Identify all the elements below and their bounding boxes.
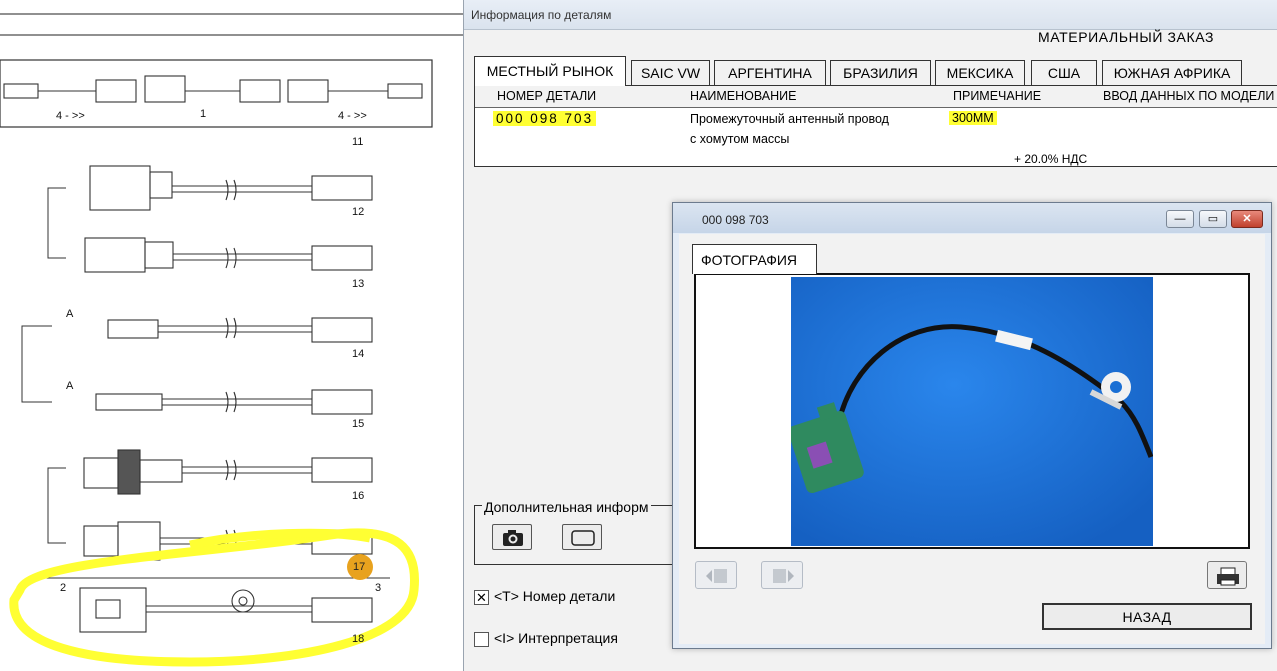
print-button[interactable]: [1207, 561, 1247, 589]
column-note[interactable]: ПРИМЕЧАНИЕ: [953, 89, 1041, 103]
additional-info-label: Дополнительная информ: [482, 499, 651, 515]
callout-label: 4 - >>: [338, 110, 367, 122]
dialog-body: ФОТОГРАФИЯ НАЗАД: [679, 234, 1265, 644]
callout-label: 13: [352, 278, 365, 290]
next-page-button[interactable]: [761, 561, 803, 589]
back-button[interactable]: НАЗАД: [1042, 603, 1252, 630]
close-button[interactable]: ✕: [1231, 210, 1263, 228]
window-title: Информация по деталям: [464, 0, 1277, 30]
schematic-drawing: [0, 13, 466, 667]
tab-photo[interactable]: ФОТОГРАФИЯ: [692, 244, 817, 274]
tab-south-africa[interactable]: ЮЖНАЯ АФРИКА: [1102, 60, 1242, 85]
material-order-title: МАТЕРИАЛЬНЫЙ ЗАКАЗ: [1038, 29, 1215, 45]
note-cell: 300MM: [949, 111, 997, 125]
tab-brazil[interactable]: БРАЗИЛИЯ: [830, 60, 931, 85]
part-number-cell[interactable]: 000 098 703: [493, 111, 597, 126]
column-name[interactable]: НАИМЕНОВАНИЕ: [690, 89, 796, 103]
callout-label: 11: [352, 136, 364, 148]
minimize-button[interactable]: —: [1166, 210, 1194, 228]
photo-dialog: 000 098 703 — ▭ ✕ ФОТОГРАФИЯ НАЗАД: [672, 202, 1272, 649]
callout-label: 16: [352, 490, 365, 502]
callout-label: 15: [352, 418, 365, 430]
prev-page-button[interactable]: [695, 561, 737, 589]
view-button[interactable]: [562, 524, 602, 550]
table-header: НОМЕР ДЕТАЛИ НАИМЕНОВАНИЕ ПРИМЕЧАНИЕ ВВО…: [475, 86, 1277, 108]
part-name-line1: Промежуточный антенный провод: [690, 112, 889, 126]
tab-local-market[interactable]: МЕСТНЫЙ РЫНОК: [474, 56, 626, 86]
checkbox-part-number[interactable]: ✕ <T> Номер детали: [474, 588, 615, 605]
tab-argentina[interactable]: АРГЕНТИНА: [714, 60, 826, 85]
callout-label: 4 - >>: [56, 110, 85, 122]
additional-info-group: Дополнительная информ: [474, 499, 694, 565]
part-name-line2: с хомутом массы: [690, 132, 790, 146]
callout-label: 12: [352, 206, 365, 218]
column-part-number[interactable]: НОМЕР ДЕТАЛИ: [497, 89, 596, 103]
callout-label: 14: [352, 348, 365, 360]
callout-label: A: [66, 308, 74, 320]
callout-label: 2: [60, 582, 67, 594]
printer-icon: [1217, 567, 1239, 586]
tab-usa[interactable]: США: [1031, 60, 1097, 85]
arrow-right-icon: [773, 569, 794, 583]
tab-saic-vw[interactable]: SAIC VW: [631, 60, 710, 85]
checkbox-interpretation[interactable]: <I> Интерпретация: [474, 630, 618, 647]
column-model-data[interactable]: ВВОД ДАННЫХ ПО МОДЕЛИ: [1103, 89, 1274, 103]
callout-marker: 17: [353, 561, 366, 573]
photo-button[interactable]: [492, 524, 532, 550]
callout-label: 1: [200, 108, 207, 120]
checkbox-label: <I> Интерпретация: [494, 630, 618, 646]
tab-mexico[interactable]: МЕКСИКА: [935, 60, 1025, 85]
vat-label: + 20.0% НДС: [1014, 152, 1088, 166]
checkbox-label: <T> Номер детали: [494, 588, 616, 604]
parts-table: НОМЕР ДЕТАЛИ НАИМЕНОВАНИЕ ПРИМЕЧАНИЕ ВВО…: [474, 85, 1277, 167]
callout-label: A: [66, 380, 74, 392]
checkbox-box[interactable]: [474, 631, 489, 647]
dialog-title: 000 098 703: [702, 213, 769, 227]
photo-frame: [694, 273, 1250, 549]
arrow-left-icon: [706, 569, 727, 583]
wiring-schematic: 4 - >> 1 4 - >> 11 12 13 14 15 16 17 18 …: [0, 0, 466, 671]
checkbox-box[interactable]: ✕: [474, 589, 489, 605]
part-photo: [791, 277, 1153, 546]
frame-icon: [571, 530, 595, 546]
callout-label: 3: [375, 582, 382, 594]
maximize-button[interactable]: ▭: [1199, 210, 1227, 228]
camera-icon: [503, 530, 523, 546]
callout-label: 18: [352, 633, 365, 645]
dialog-titlebar[interactable]: 000 098 703 — ▭ ✕: [673, 203, 1271, 233]
